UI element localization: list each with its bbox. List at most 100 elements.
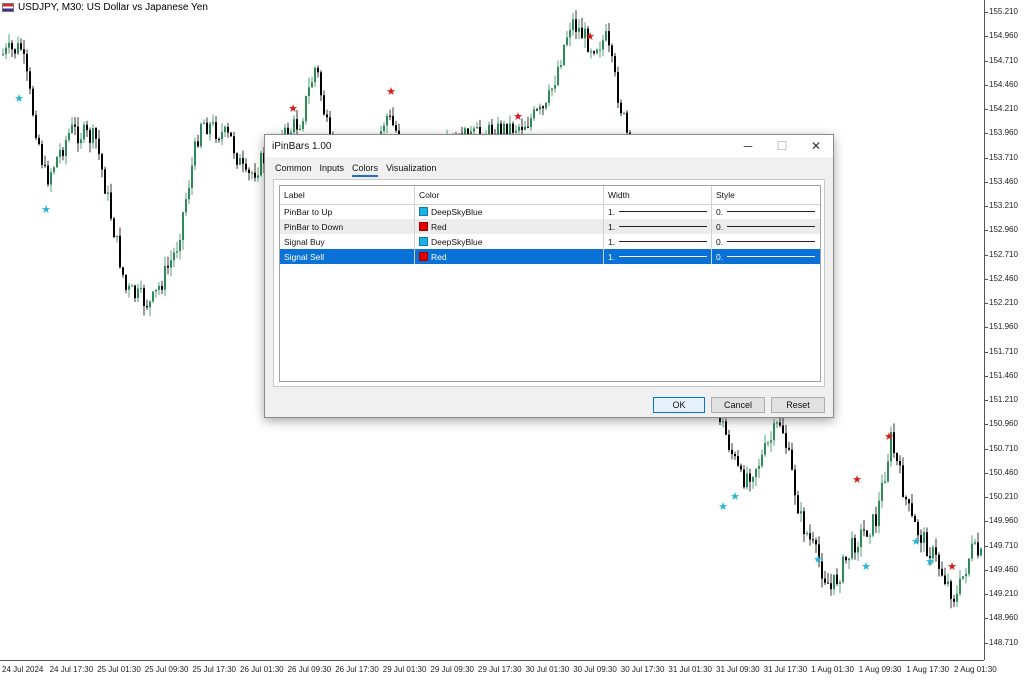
- candle-body: [836, 574, 838, 584]
- time-axis[interactable]: 24 Jul 2024 24 Jul 17:30 25 Jul 01:30 25 Ju…: [0, 660, 997, 684]
- color-swatch: [419, 222, 428, 231]
- time-label: 26 Jul 17:30: [335, 665, 379, 674]
- candle-body: [614, 56, 616, 73]
- color-name: Red: [431, 251, 447, 262]
- style-cell[interactable]: 0.: [712, 249, 820, 264]
- table-row-selected[interactable]: Signal Sell Red 1. 0.: [280, 249, 820, 264]
- colors-tab-panel: Label Color Width Style PinBar to Up Dee…: [273, 179, 825, 387]
- price-label: 149.710: [989, 540, 1018, 550]
- width-cell[interactable]: 1.: [604, 219, 712, 234]
- table-row[interactable]: Signal Buy DeepSkyBlue 1. 0.: [280, 234, 820, 249]
- column-header-color[interactable]: Color: [415, 186, 604, 204]
- time-label: 25 Jul 17:30: [192, 665, 236, 674]
- color-cell[interactable]: DeepSkyBlue: [415, 204, 604, 219]
- candle-body: [95, 127, 97, 139]
- candle-body: [476, 127, 478, 129]
- candle-body: [47, 165, 49, 185]
- time-label: 25 Jul 01:30: [97, 665, 141, 674]
- candle-body: [593, 51, 595, 54]
- candle-body: [248, 169, 250, 173]
- style-cell[interactable]: 0.: [712, 204, 820, 219]
- price-tick: [984, 60, 988, 62]
- candle-body: [545, 102, 547, 109]
- tab-colors[interactable]: Colors: [352, 161, 379, 177]
- minimize-icon[interactable]: ─: [731, 135, 765, 157]
- price-tick: [984, 545, 988, 547]
- tab-inputs[interactable]: Inputs: [320, 161, 345, 177]
- candle-body: [860, 529, 862, 547]
- candle-body: [803, 511, 805, 535]
- candle-body: [113, 218, 115, 238]
- candle-body: [11, 42, 13, 50]
- table-row[interactable]: PinBar to Down Red 1. 0.: [280, 219, 820, 234]
- candle-body: [737, 456, 739, 466]
- column-header-width[interactable]: Width: [604, 186, 712, 204]
- style-cell[interactable]: 0.: [712, 219, 820, 234]
- tab-visualization[interactable]: Visualization: [386, 161, 436, 177]
- price-label: 152.210: [989, 298, 1018, 307]
- candle-body: [575, 19, 577, 32]
- candle-body: [566, 37, 568, 45]
- price-tick: [984, 448, 988, 450]
- candle-body: [788, 447, 790, 450]
- time-label: 1 Aug 01:30: [811, 665, 854, 674]
- time-label: 26 Jul 09:30: [287, 665, 332, 674]
- candle-body: [779, 422, 781, 426]
- candle-body: [35, 115, 37, 138]
- candle-body: [968, 558, 970, 574]
- pinbar-up-marker-icon: ★: [925, 555, 935, 568]
- candle-body: [839, 582, 841, 584]
- candle-body: [827, 582, 829, 584]
- column-header-style[interactable]: Style: [712, 186, 820, 204]
- cancel-button[interactable]: Cancel: [711, 397, 765, 413]
- candle-body: [767, 442, 769, 444]
- price-axis[interactable]: 155.210 154.960 154.710 154.460 154.210 153.9…: [984, 0, 1024, 660]
- price-label: 150.710: [989, 443, 1018, 453]
- price-label: 151.960: [989, 322, 1018, 332]
- symbol-title: USDJPY, M30: US Dollar vs Japanese Yen: [18, 2, 208, 13]
- candle-body: [902, 465, 904, 497]
- pinbar-up-marker-icon: ★: [718, 500, 728, 513]
- candle-body: [158, 286, 160, 290]
- width-cell[interactable]: 1.: [604, 204, 712, 219]
- table-row[interactable]: PinBar to Up DeepSkyBlue 1. 0.: [280, 204, 820, 219]
- candle-body: [617, 72, 619, 103]
- candle-body: [515, 130, 517, 133]
- candle-body: [770, 440, 772, 443]
- candle-body: [5, 47, 7, 55]
- candle-body: [884, 481, 886, 483]
- style-cell[interactable]: 0.: [712, 234, 820, 249]
- color-cell[interactable]: DeepSkyBlue: [415, 234, 604, 249]
- time-label: 31 Jul 01:30: [668, 665, 712, 674]
- column-header-label[interactable]: Label: [280, 186, 415, 204]
- candle-body: [140, 288, 142, 290]
- candle-body: [392, 115, 394, 126]
- price-tick: [984, 84, 988, 86]
- ok-button[interactable]: OK: [653, 397, 705, 413]
- width-cell[interactable]: 1.: [604, 234, 712, 249]
- candle-body: [245, 163, 247, 170]
- width-value: 1.: [608, 251, 616, 262]
- candle-body: [731, 449, 733, 454]
- color-cell[interactable]: Red: [415, 219, 604, 234]
- pinbar-up-marker-icon: ★: [730, 490, 740, 503]
- candle-body: [851, 538, 853, 559]
- candle-body: [44, 164, 46, 166]
- candle-body: [776, 422, 778, 424]
- width-value: 1.: [608, 206, 616, 217]
- color-cell[interactable]: Red: [415, 249, 604, 264]
- line-width-sample: [619, 241, 708, 242]
- close-icon[interactable]: ✕: [799, 135, 833, 157]
- pinbar-down-marker-icon: ★: [947, 560, 957, 573]
- candle-body: [740, 465, 742, 470]
- dialog-titlebar[interactable]: iPinBars 1.00 ─ ☐ ✕: [265, 135, 833, 157]
- candle-body: [809, 533, 811, 540]
- candle-body: [83, 124, 85, 140]
- pinbar-down-marker-icon: ★: [884, 430, 894, 443]
- width-cell[interactable]: 1.: [604, 249, 712, 264]
- tab-common[interactable]: Common: [275, 161, 312, 177]
- candle-body: [26, 53, 28, 72]
- candle-body: [254, 172, 256, 178]
- candle-body: [299, 129, 301, 131]
- reset-button[interactable]: Reset: [771, 397, 825, 413]
